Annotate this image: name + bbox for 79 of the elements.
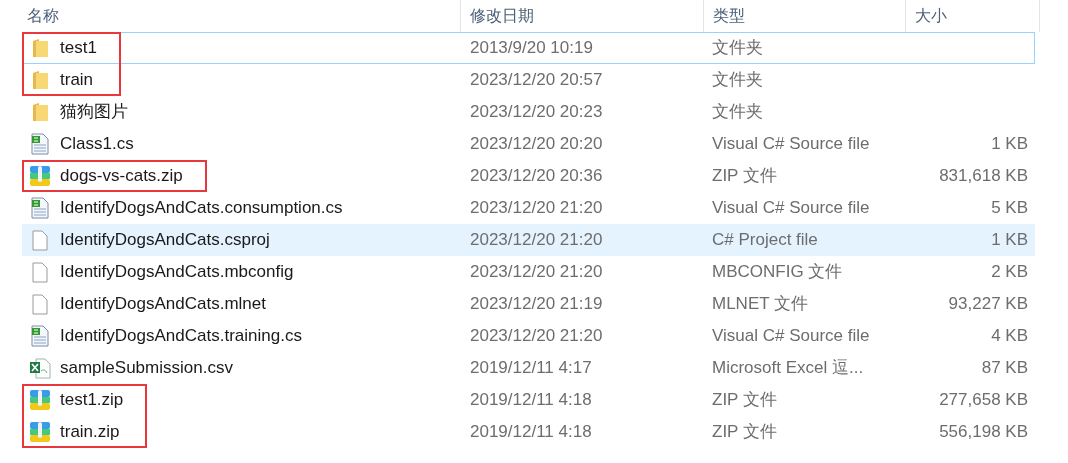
- file-type: 文件夹: [712, 102, 763, 122]
- file-size: 4 KB: [991, 326, 1028, 346]
- file-size: 277,658 KB: [939, 390, 1028, 410]
- file-type: ZIP 文件: [712, 390, 777, 410]
- document-icon: [32, 230, 48, 250]
- file-row[interactable]: test1 2013/9/20 10:19 文件夹: [22, 32, 1035, 64]
- date-modified: 2023/12/20 21:20: [470, 262, 603, 282]
- folder-icon: [33, 103, 48, 121]
- file-size: 1 KB: [991, 134, 1028, 154]
- date-modified: 2023/12/20 20:57: [470, 70, 603, 90]
- file-type: MLNET 文件: [712, 294, 809, 314]
- column-header[interactable]: 类型: [713, 4, 745, 28]
- document-icon: [32, 294, 48, 314]
- file-row[interactable]: IdentifyDogsAndCats.mlnet 2023/12/20 21:19 MLNET 文件 93,227 KB: [22, 288, 1035, 320]
- file-type: Visual C# Source file: [712, 198, 870, 218]
- column-header[interactable]: 修改日期: [470, 4, 534, 28]
- spreadsheet-icon: [30, 358, 51, 379]
- file-size: 1 KB: [991, 230, 1028, 250]
- folder-icon: [33, 39, 48, 57]
- file-name: Class1.cs: [60, 133, 134, 156]
- file-name: IdentifyDogsAndCats.training.cs: [60, 325, 302, 348]
- file-size: 556,198 KB: [939, 422, 1028, 442]
- date-modified: 2023/12/20 20:23: [470, 102, 603, 122]
- file-row[interactable]: Class1.cs 2023/12/20 20:20 Visual C# Source file 1 KB: [22, 128, 1035, 160]
- column-header[interactable]: 大小: [915, 4, 947, 28]
- file-name: IdentifyDogsAndCats.mbconfig: [60, 261, 294, 284]
- file-name: IdentifyDogsAndCats.consumption.cs: [60, 197, 343, 220]
- archive-icon: [30, 422, 50, 442]
- file-size: 831,618 KB: [939, 166, 1028, 186]
- file-type: 文件夹: [712, 70, 763, 90]
- date-modified: 2023/12/20 20:36: [470, 166, 603, 186]
- file-name: train.zip: [60, 421, 120, 444]
- file-row[interactable]: test1.zip 2019/12/11 4:18 ZIP 文件 277,658 KB: [22, 384, 1035, 416]
- file-size: 2 KB: [991, 262, 1028, 282]
- folder-icon: [33, 71, 48, 89]
- file-type: C# Project file: [712, 230, 818, 250]
- file-name: dogs-vs-cats.zip: [60, 165, 183, 188]
- code-file-icon: [31, 325, 49, 347]
- file-type: Visual C# Source file: [712, 326, 870, 346]
- date-modified: 2019/12/11 4:17: [470, 358, 592, 378]
- file-row[interactable]: 猫狗图片 2023/12/20 20:23 文件夹: [22, 96, 1035, 128]
- archive-icon: [30, 166, 50, 186]
- date-modified: 2023/12/20 20:20: [470, 134, 603, 154]
- file-name: train: [60, 69, 94, 92]
- date-modified: 2023/12/20 21:20: [470, 230, 603, 250]
- file-type: Visual C# Source file: [712, 134, 870, 154]
- file-name: sampleSubmission.csv: [60, 357, 233, 380]
- code-file-icon: [31, 133, 49, 155]
- date-modified: 2019/12/11 4:18: [470, 422, 592, 442]
- file-type: MBCONFIG 文件: [712, 262, 843, 282]
- file-row[interactable]: sampleSubmission.csv 2019/12/11 4:17 Microsoft Excel 逗... 87 KB: [22, 352, 1035, 384]
- file-row[interactable]: IdentifyDogsAndCats.csproj 2023/12/20 21:20 C# Project file 1 KB: [22, 224, 1035, 256]
- file-name: test1.zip: [60, 389, 124, 412]
- date-modified: 2013/9/20 10:19: [470, 38, 593, 58]
- column-header[interactable]: 名称: [27, 4, 59, 28]
- file-size: 93,227 KB: [948, 294, 1028, 314]
- file-name: test1: [60, 37, 97, 60]
- date-modified: 2023/12/20 21:20: [470, 326, 603, 346]
- file-row[interactable]: train 2023/12/20 20:57 文件夹: [22, 64, 1035, 96]
- file-row[interactable]: IdentifyDogsAndCats.mbconfig 2023/12/20 21:20 MBCONFIG 文件 2 KB: [22, 256, 1035, 288]
- file-size: 5 KB: [991, 198, 1028, 218]
- file-type: ZIP 文件: [712, 422, 777, 442]
- file-type: 文件夹: [712, 38, 763, 58]
- archive-icon: [30, 390, 50, 410]
- document-icon: [32, 262, 48, 282]
- file-name: IdentifyDogsAndCats.mlnet: [60, 293, 266, 316]
- date-modified: 2023/12/20 21:20: [470, 198, 603, 218]
- code-file-icon: [31, 197, 49, 219]
- file-row[interactable]: dogs-vs-cats.zip 2023/12/20 20:36 ZIP 文件 831,618 KB: [22, 160, 1035, 192]
- file-type: Microsoft Excel 逗...: [712, 358, 864, 378]
- file-name: 猫狗图片: [60, 101, 128, 124]
- file-type: ZIP 文件: [712, 166, 777, 186]
- date-modified: 2019/12/11 4:18: [470, 390, 592, 410]
- file-row[interactable]: IdentifyDogsAndCats.training.cs 2023/12/20 21:20 Visual C# Source file 4 KB: [22, 320, 1035, 352]
- file-row[interactable]: train.zip 2019/12/11 4:18 ZIP 文件 556,198 KB: [22, 416, 1035, 448]
- file-size: 87 KB: [981, 358, 1028, 378]
- date-modified: 2023/12/20 21:19: [470, 294, 603, 314]
- file-name: IdentifyDogsAndCats.csproj: [60, 229, 270, 252]
- file-row[interactable]: IdentifyDogsAndCats.consumption.cs 2023/12/20 21:20 Visual C# Source file 5 KB: [22, 192, 1035, 224]
